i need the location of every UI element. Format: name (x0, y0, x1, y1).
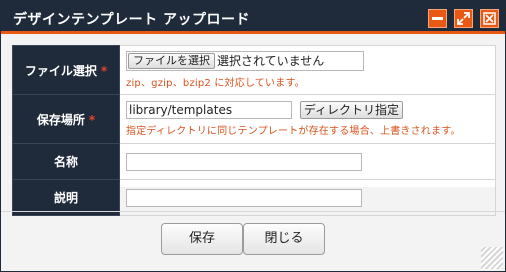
file-input[interactable]: ファイルを選択 選択されていません (126, 51, 364, 71)
close-window-button[interactable] (480, 9, 499, 28)
required-mark: * (100, 63, 108, 78)
name-field-cell (119, 143, 496, 180)
name-label: 名称 (12, 143, 120, 180)
file-status-text: 選択されていません (217, 54, 325, 68)
file-label: ファイル選択 (24, 63, 97, 78)
upload-form: ファイル選択 * ファイルを選択 選択されていません zip、gzip、bzip2… (12, 45, 496, 216)
file-format-hint: zip、gzip、bzip2 に対応しています。 (126, 78, 305, 89)
name-input[interactable] (126, 152, 362, 171)
form-table: ファイル選択 * ファイルを選択 選択されていません zip、gzip、bzip2… (12, 45, 496, 216)
minimize-button[interactable] (428, 9, 447, 28)
footer-divider (1, 211, 505, 212)
save-button[interactable]: 保存 (161, 223, 243, 255)
location-label: 保存場所 (36, 112, 85, 127)
maximize-button[interactable] (454, 9, 473, 28)
location-input[interactable] (126, 101, 292, 119)
close-icon (483, 12, 496, 25)
choose-file-button[interactable]: ファイルを選択 (128, 53, 215, 69)
location-label-cell: 保存場所 * (12, 94, 120, 144)
dialog-title: デザインテンプレート アップロード (13, 12, 250, 28)
name-row: 名称 (12, 143, 496, 180)
location-row: 保存場所* ディレクトリ指定 指定ディレクトリに同じテンプレートが存在する場合、… (12, 94, 496, 144)
minimize-icon (432, 17, 443, 20)
description-input[interactable] (126, 188, 362, 207)
location-field-cell: ディレクトリ指定 指定ディレクトリに同じテンプレートが存在する場合、上書きされま… (119, 94, 496, 144)
dialog-titlebar[interactable]: デザインテンプレート アップロード (1, 1, 505, 34)
overwrite-hint: 指定ディレクトリに同じテンプレートが存在する場合、上書きされます。 (126, 126, 461, 137)
file-field-cell: ファイルを選択 選択されていません zip、gzip、bzip2 に対応していま… (119, 45, 496, 95)
file-row: ファイル選択 * ファイルを選択 選択されていません zip、gzip、bzip2… (12, 45, 496, 95)
upload-dialog: デザインテンプレート アップロード ファイル選択 * ファイルを選択 選択されて… (0, 0, 506, 272)
file-label-cell: ファイル選択 * (12, 45, 120, 95)
resize-grip[interactable] (481, 247, 503, 269)
required-mark: * (88, 112, 96, 127)
close-button[interactable]: 閉じる (243, 223, 325, 255)
maximize-icon (457, 12, 470, 25)
select-directory-button[interactable]: ディレクトリ指定 (299, 101, 403, 119)
